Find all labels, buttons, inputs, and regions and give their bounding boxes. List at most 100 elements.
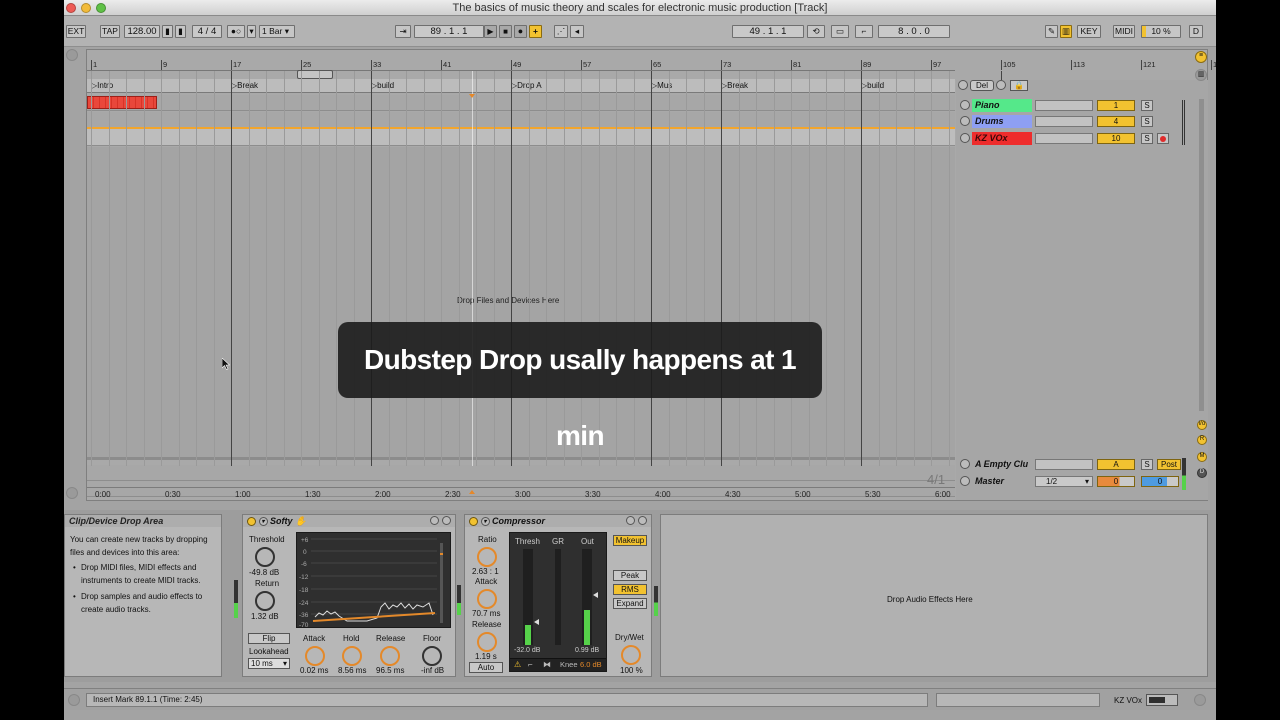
delete-button[interactable]: Del	[970, 80, 994, 91]
master-pan[interactable]: 0	[1141, 476, 1179, 487]
mode-icon[interactable]: ⧓	[543, 660, 551, 669]
metronome-icon[interactable]: ●○	[227, 25, 245, 38]
locator-marker[interactable]: ▷build	[371, 81, 394, 90]
attack-knob[interactable]	[477, 589, 497, 609]
track-clip-slot[interactable]	[1035, 100, 1093, 111]
master-track[interactable]: Master 1/2 ▾ 0 0	[958, 474, 1190, 489]
device-fold-icon[interactable]: ▾	[480, 517, 490, 527]
track-play-icon[interactable]	[960, 133, 970, 143]
flip-button[interactable]: Flip	[248, 633, 290, 644]
rms-button[interactable]: RMS	[613, 584, 647, 595]
io-toggle-icon[interactable]: i/o	[1197, 420, 1207, 430]
drywet-knob[interactable]	[621, 645, 641, 665]
automation-arm-icon[interactable]: ⋰	[554, 25, 568, 38]
track-lane-drums[interactable]	[87, 112, 955, 128]
session-view-icon[interactable]: ≡	[1195, 51, 1207, 63]
loop-brace[interactable]	[297, 70, 333, 79]
track-kz-vox[interactable]: KZ VOx 10 S	[958, 131, 1190, 146]
hold-knob[interactable]	[342, 646, 362, 666]
draw-mode-icon[interactable]: ✎	[1045, 25, 1058, 38]
track-lane-kz-vox[interactable]	[87, 129, 955, 146]
key-map-button[interactable]: KEY	[1077, 25, 1101, 38]
time-signature-field[interactable]: 4 / 4	[192, 25, 222, 38]
nudge-up-icon[interactable]: ▮	[175, 25, 186, 38]
loop-start-field[interactable]: 49 . 1 . 1	[732, 25, 804, 38]
compressor-device[interactable]: ▾ Compressor Ratio 2.63 : 1 Attack 70.7 …	[464, 514, 652, 677]
arrangement-view[interactable]: 1917253341495765738189971051131211291371…	[86, 49, 1216, 501]
hide-detail-icon[interactable]	[1194, 694, 1206, 706]
quantize-menu[interactable]: 1 Bar ▾	[259, 25, 295, 38]
punch-out-icon[interactable]: ⌐	[855, 25, 873, 38]
device-fold-icon[interactable]: ▾	[258, 517, 268, 527]
solo-button[interactable]: S	[1141, 116, 1153, 127]
track-number[interactable]: 1	[1097, 100, 1135, 111]
out-slider-icon[interactable]	[593, 592, 598, 598]
tap-tempo-button[interactable]: TAP	[100, 25, 120, 38]
stop-icon[interactable]: ■	[499, 25, 512, 38]
track-play-icon[interactable]	[960, 476, 970, 486]
clip-device-drop-area[interactable]: Clip/Device Drop Area You can create new…	[64, 514, 222, 677]
arrangement-view-icon[interactable]: ▥	[1195, 69, 1207, 81]
hide-browser-icon[interactable]	[66, 49, 78, 61]
solo-button[interactable]: S	[1141, 459, 1153, 470]
vertical-scrollbar[interactable]	[1199, 99, 1204, 411]
track-clip-slot[interactable]	[1035, 133, 1093, 144]
solo-button[interactable]: S	[1141, 100, 1153, 111]
metronome-menu-icon[interactable]: ▾	[247, 25, 256, 38]
track-play-icon[interactable]	[960, 100, 970, 110]
track-drums[interactable]: Drums 4 S	[958, 114, 1190, 129]
punch-in-icon[interactable]: ▭	[831, 25, 849, 38]
softy-device[interactable]: ▾ Softy ✋ Threshold -49.8 dB Return 1.32…	[242, 514, 456, 677]
record-icon[interactable]: ●	[514, 25, 527, 38]
release-knob[interactable]	[477, 632, 497, 652]
returns-toggle-icon[interactable]: R	[1197, 435, 1207, 445]
release-knob[interactable]	[380, 646, 400, 666]
track-name[interactable]: KZ VOx	[972, 132, 1032, 145]
track-name[interactable]: Piano	[972, 99, 1032, 112]
track-play-icon[interactable]	[960, 459, 970, 469]
locator-marker[interactable]: ▷Break	[721, 81, 748, 90]
detail-view-toggle-icon[interactable]	[1146, 694, 1178, 706]
jump-icon[interactable]	[996, 80, 1006, 90]
solo-button[interactable]: S	[1141, 133, 1153, 144]
nudge-down-icon[interactable]: ▮	[162, 25, 173, 38]
device-close-icon[interactable]	[442, 516, 451, 525]
tempo-field[interactable]: 128.00	[124, 25, 160, 38]
ratio-knob[interactable]	[477, 547, 497, 567]
lookahead-select[interactable]: 10 ms ▾	[248, 658, 290, 669]
song-position-field[interactable]: 89 . 1 . 1	[414, 25, 484, 38]
peak-button[interactable]: Peak	[613, 570, 647, 581]
master-volume[interactable]: 0	[1097, 476, 1135, 487]
post-button[interactable]: Post	[1157, 459, 1181, 470]
loop-switch-icon[interactable]: ⟲	[807, 25, 825, 38]
curve-icon[interactable]: ⌐	[528, 660, 533, 669]
locator-marker[interactable]: ▷build	[861, 81, 884, 90]
makeup-button[interactable]: Makeup	[613, 535, 647, 546]
record-arm-icon[interactable]	[1157, 133, 1169, 144]
threshold-knob[interactable]	[255, 547, 275, 567]
loop-length-field[interactable]: 8 . 0 . 0	[878, 25, 950, 38]
ext-sync-button[interactable]: EXT	[66, 25, 86, 38]
device-on-icon[interactable]	[469, 517, 478, 527]
clip-launch-icon[interactable]	[958, 80, 968, 90]
locator-marker[interactable]: ▷Intro	[91, 81, 113, 90]
return-knob[interactable]	[255, 591, 275, 611]
thresh-slider-icon[interactable]	[534, 619, 539, 625]
track-piano[interactable]: Piano 1 S	[958, 98, 1190, 113]
device-save-icon[interactable]	[626, 516, 635, 525]
midi-indicator-button[interactable]: D	[1189, 25, 1203, 38]
track-number[interactable]: 10	[1097, 133, 1135, 144]
locator-marker[interactable]: ▷Drop A	[511, 81, 542, 90]
sidechain-icon[interactable]: ⚠	[514, 660, 521, 669]
time-ruler[interactable]: 0:00 0:30 1:00 1:30 2:00 2:30 3:00 3:30 4:00 4:30…	[87, 487, 955, 500]
show-info-icon[interactable]	[68, 694, 80, 706]
locator-marker[interactable]: ▷Break	[231, 81, 258, 90]
audio-effects-drop-area[interactable]: Drop Audio Effects Here	[660, 514, 1208, 677]
beat-ruler[interactable]: 1917253341495765738189971051131211291371…	[87, 60, 1216, 71]
track-play-icon[interactable]	[960, 116, 970, 126]
device-close-icon[interactable]	[638, 516, 647, 525]
cue-out-select[interactable]: 1/2 ▾	[1035, 476, 1093, 487]
track-clip-slot[interactable]	[1035, 459, 1093, 470]
return-lane-a[interactable]	[87, 465, 955, 481]
track-name[interactable]: Master	[972, 475, 1032, 488]
